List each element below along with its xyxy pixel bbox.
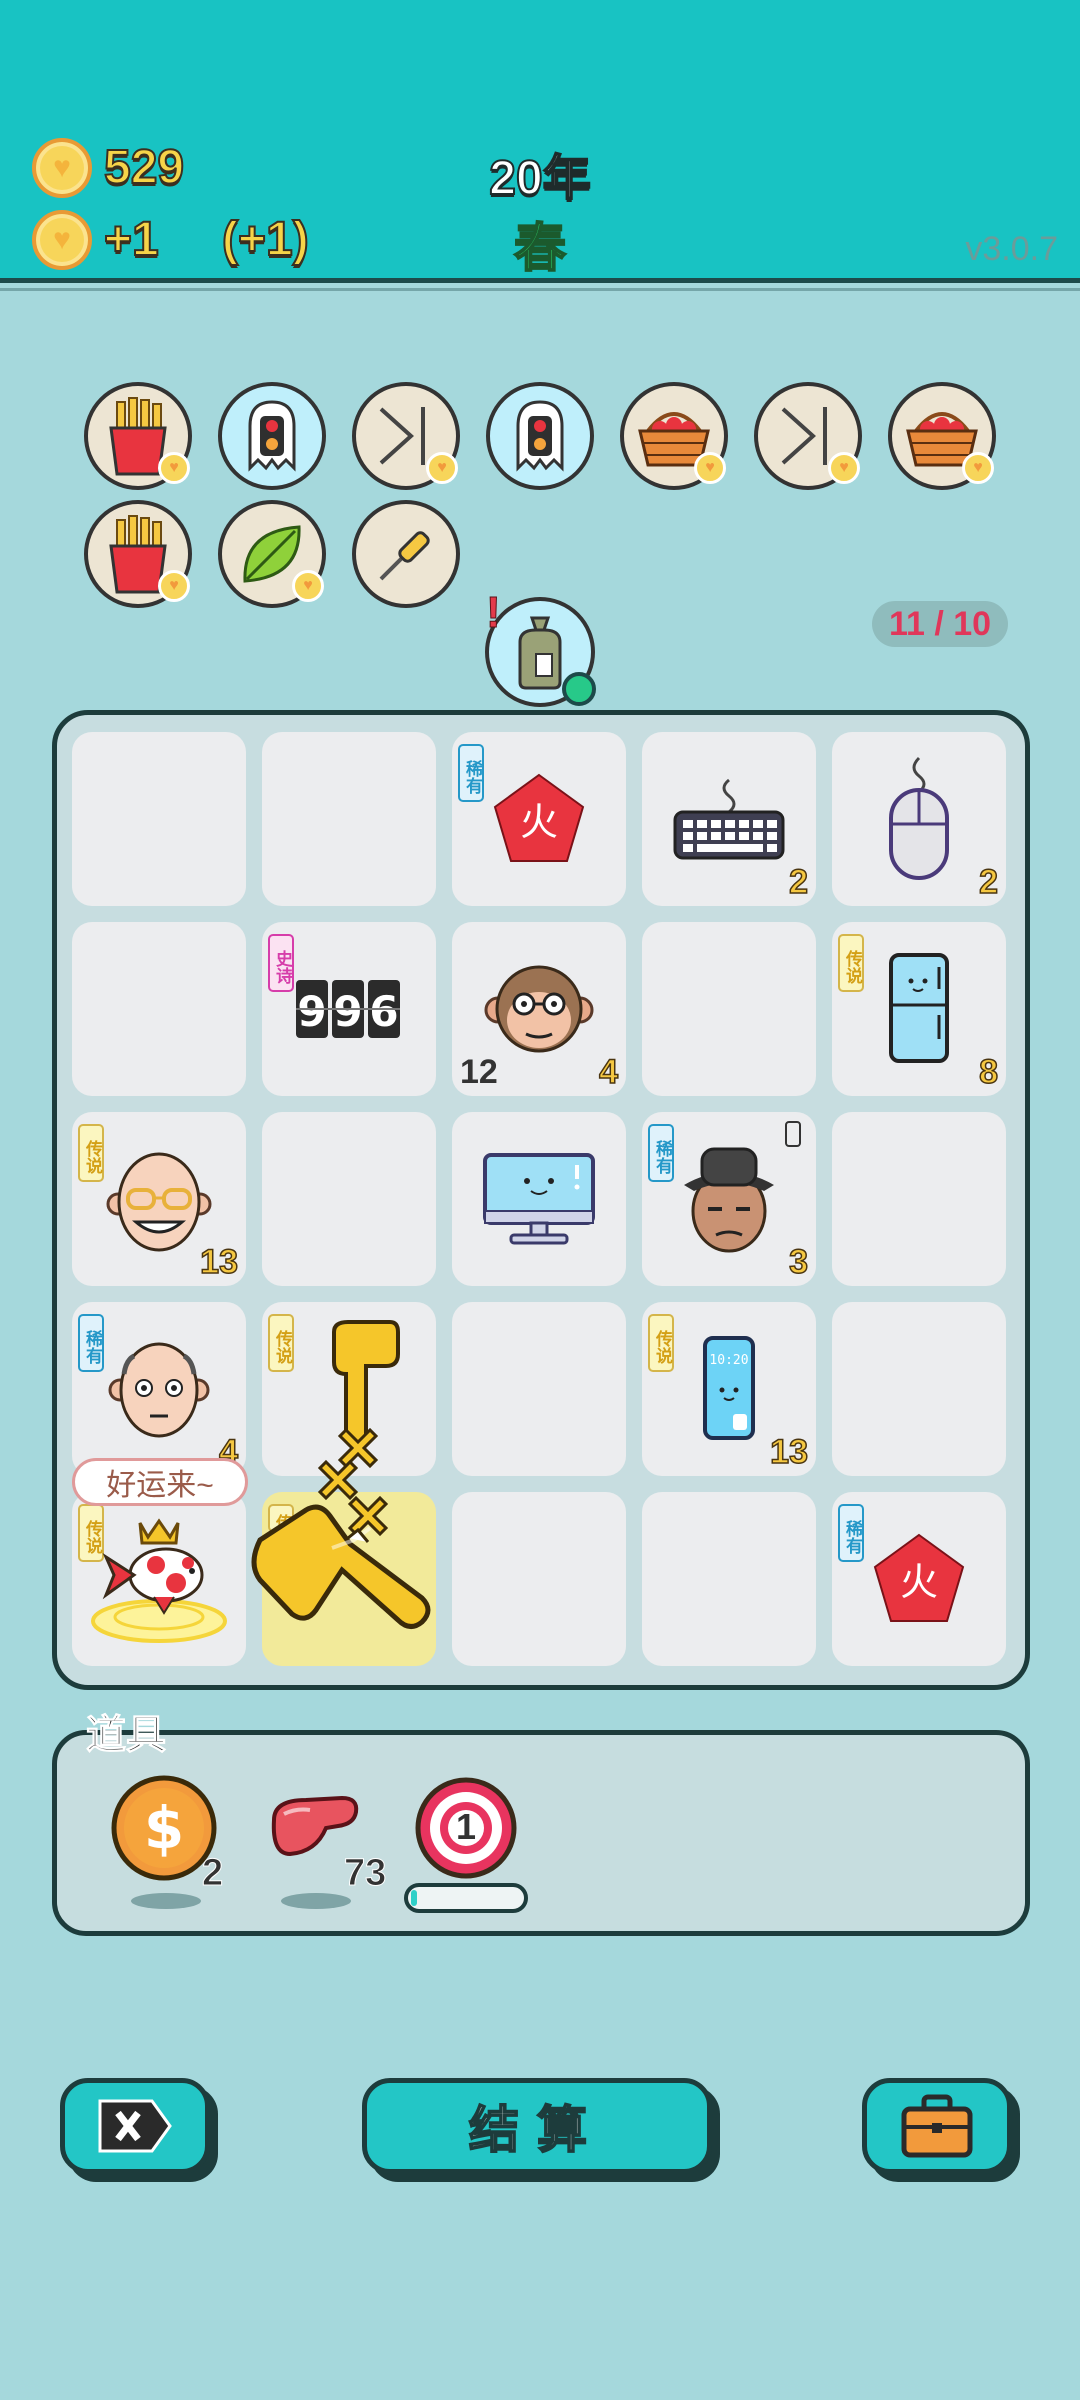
item-value: 8 (978, 1052, 998, 1092)
close-icon (98, 2099, 172, 2153)
board-cell[interactable]: 2 (642, 732, 816, 906)
season-label: 春 (513, 219, 567, 279)
phone-small-icon (785, 1121, 801, 1147)
board-cell[interactable] (642, 1492, 816, 1666)
screwdriver-icon (379, 531, 430, 581)
heart-badge-icon: ♥ (158, 452, 190, 484)
item-value: 4 (598, 1052, 618, 1092)
heart-badge-icon: ♥ (694, 452, 726, 484)
board-cell[interactable]: 2 (832, 732, 1006, 906)
heart-badge-icon: ♥ (426, 452, 458, 484)
koi-fish-king-icon (72, 1492, 246, 1666)
board-cell[interactable] (262, 732, 436, 906)
tool-target[interactable]: 1 (414, 1776, 518, 1880)
settle-button[interactable]: 结算 (362, 2078, 712, 2174)
svg-text:10:20: 10:20 (709, 1353, 748, 1368)
svg-text:火: 火 (520, 800, 558, 844)
board-cell[interactable] (832, 1112, 1006, 1286)
item-left-value: 12 (460, 1053, 498, 1091)
board-cell[interactable]: 传说 (72, 1492, 246, 1666)
item-value: 2 (978, 862, 998, 902)
svg-text:$: $ (144, 1794, 184, 1862)
owned-item-screwdriver[interactable] (352, 500, 460, 608)
board-cell[interactable] (452, 1492, 626, 1666)
svg-text:9: 9 (297, 987, 326, 1036)
board-cell[interactable] (832, 1302, 1006, 1476)
board-cell[interactable]: 传说 13 (72, 1112, 246, 1286)
board-cell[interactable] (452, 1112, 626, 1286)
monitor-icon (452, 1112, 626, 1286)
year-label: 20年 (488, 151, 591, 206)
owned-item-basket[interactable]: ♥ (888, 382, 996, 490)
briefcase-icon (901, 2094, 973, 2158)
bag-icon (518, 616, 562, 690)
heart-badge-icon: ♥ (828, 452, 860, 484)
item-counter: 11 / 10 (872, 601, 1008, 647)
board-cell[interactable]: 传说 10:20 13 (642, 1302, 816, 1476)
target-count: 1 (455, 1806, 477, 1847)
owned-item-skip[interactable]: ♥ (754, 382, 862, 490)
owned-item-fries[interactable]: ♥ (84, 382, 192, 490)
alert-icon: ! (486, 588, 502, 638)
briefcase-button[interactable] (862, 2078, 1012, 2174)
item-value: 13 (769, 1432, 808, 1472)
notification-dot (562, 672, 596, 706)
item-value: 3 (788, 1242, 808, 1282)
speech-bubble: 好运来~ (72, 1458, 248, 1506)
board-cell[interactable] (262, 1112, 436, 1286)
tools-title: 道具 (86, 1713, 167, 1758)
board-cell[interactable]: 稀有 3 (642, 1112, 816, 1286)
owned-item-fries[interactable]: ♥ (84, 500, 192, 608)
ghost-icon (248, 400, 296, 472)
board-cell[interactable]: 稀有 火 (452, 732, 626, 906)
board-cell[interactable]: 稀有 火 (832, 1492, 1006, 1666)
svg-text:6: 6 (369, 987, 398, 1036)
996-icon: 9 9 6 (262, 922, 436, 1096)
item-value: 2 (788, 862, 808, 902)
board-cell[interactable]: 史诗 9 9 6 (262, 922, 436, 1096)
heart-badge-icon: ♥ (292, 570, 324, 602)
fire-pentagon-icon: 火 (452, 732, 626, 906)
board-cell[interactable]: 传说 8 (832, 922, 1006, 1096)
board-cell[interactable] (452, 1302, 626, 1476)
heart-badge-icon: ♥ (158, 570, 190, 602)
owned-item-basket[interactable]: ♥ (620, 382, 728, 490)
svg-text:火: 火 (900, 1560, 938, 1604)
target-progress-bar (404, 1883, 528, 1913)
board-cell[interactable] (72, 732, 246, 906)
board-cell[interactable]: 12 4 (452, 922, 626, 1096)
ghost-icon (516, 400, 564, 472)
owned-item-leaf[interactable]: ♥ (218, 500, 326, 608)
board-cell[interactable] (642, 922, 816, 1096)
owned-item-skip[interactable]: ♥ (352, 382, 460, 490)
board-cell[interactable]: 稀有 4 (72, 1302, 246, 1476)
tool-count: 73 (343, 1852, 387, 1895)
hand-pointer-icon (251, 1427, 431, 1629)
tool-count: 2 (201, 1852, 224, 1895)
svg-text:9: 9 (333, 987, 362, 1036)
tool-shadow (281, 1893, 351, 1909)
settle-label: 结算 (468, 2101, 605, 2159)
target-progress-fill (411, 1890, 417, 1906)
close-button[interactable] (60, 2078, 210, 2174)
heart-badge-icon: ♥ (962, 452, 994, 484)
tool-shadow (131, 1893, 201, 1909)
owned-item-ghost[interactable] (486, 382, 594, 490)
version-label: v3.0.7 (965, 230, 1058, 268)
fire-pentagon-icon: 火 (832, 1492, 1006, 1666)
owned-item-ghost[interactable] (218, 382, 326, 490)
header-divider (0, 288, 1080, 291)
item-value: 13 (199, 1242, 238, 1282)
board-cell[interactable] (72, 922, 246, 1096)
